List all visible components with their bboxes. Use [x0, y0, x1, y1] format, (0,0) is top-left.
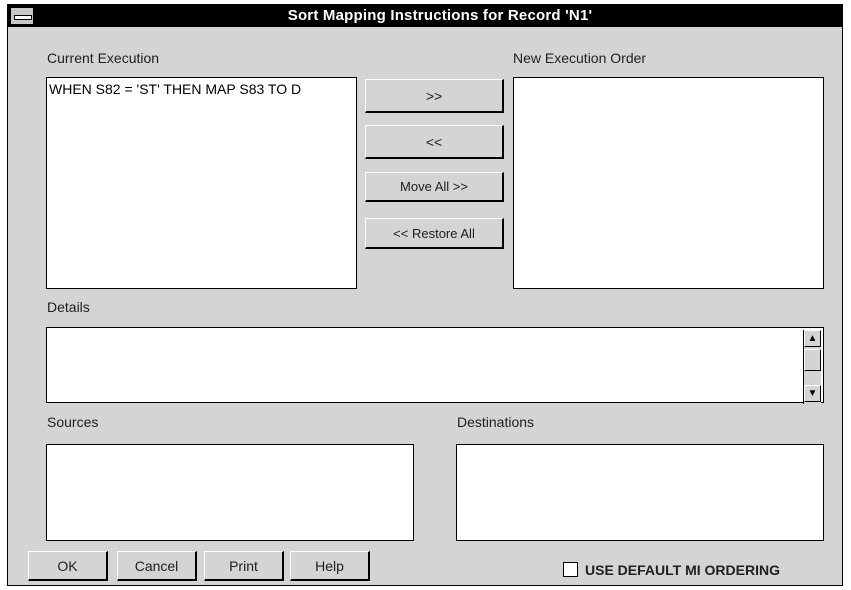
add-button[interactable]: >>: [365, 79, 504, 113]
dialog-window: Sort Mapping Instructions for Record 'N1…: [7, 4, 843, 586]
window-title: Sort Mapping Instructions for Record 'N1…: [287, 7, 593, 24]
details-scrollbar[interactable]: ▲ ▼: [803, 330, 821, 404]
current-execution-label: Current Execution: [47, 50, 160, 66]
sources-list[interactable]: [46, 444, 414, 541]
current-execution-item[interactable]: WHEN S82 = 'ST' THEN MAP S83 TO D: [49, 81, 301, 97]
restore-all-button[interactable]: << Restore All: [365, 218, 504, 249]
default-ordering-label[interactable]: USE DEFAULT MI ORDERING: [585, 562, 780, 578]
print-button[interactable]: Print: [204, 551, 284, 581]
cancel-button[interactable]: Cancel: [117, 551, 197, 581]
scroll-thumb[interactable]: [804, 349, 821, 371]
scroll-up-icon[interactable]: ▲: [804, 330, 821, 347]
help-button[interactable]: Help: [290, 551, 370, 581]
new-execution-list[interactable]: [513, 77, 824, 289]
move-all-button[interactable]: Move All >>: [365, 172, 504, 202]
default-ordering-checkbox[interactable]: [563, 562, 578, 577]
details-box[interactable]: [46, 327, 824, 403]
scroll-down-icon[interactable]: ▼: [804, 385, 821, 402]
details-label: Details: [47, 299, 90, 315]
destinations-list[interactable]: [456, 444, 824, 541]
ok-button[interactable]: OK: [28, 551, 108, 581]
new-execution-label: New Execution Order: [513, 50, 647, 66]
title-bar[interactable]: Sort Mapping Instructions for Record 'N1…: [8, 5, 842, 27]
remove-button[interactable]: <<: [365, 125, 504, 159]
system-menu-icon[interactable]: [10, 7, 34, 25]
current-execution-list[interactable]: WHEN S82 = 'ST' THEN MAP S83 TO D: [46, 77, 357, 289]
destinations-label: Destinations: [457, 414, 535, 430]
sources-label: Sources: [47, 414, 99, 430]
